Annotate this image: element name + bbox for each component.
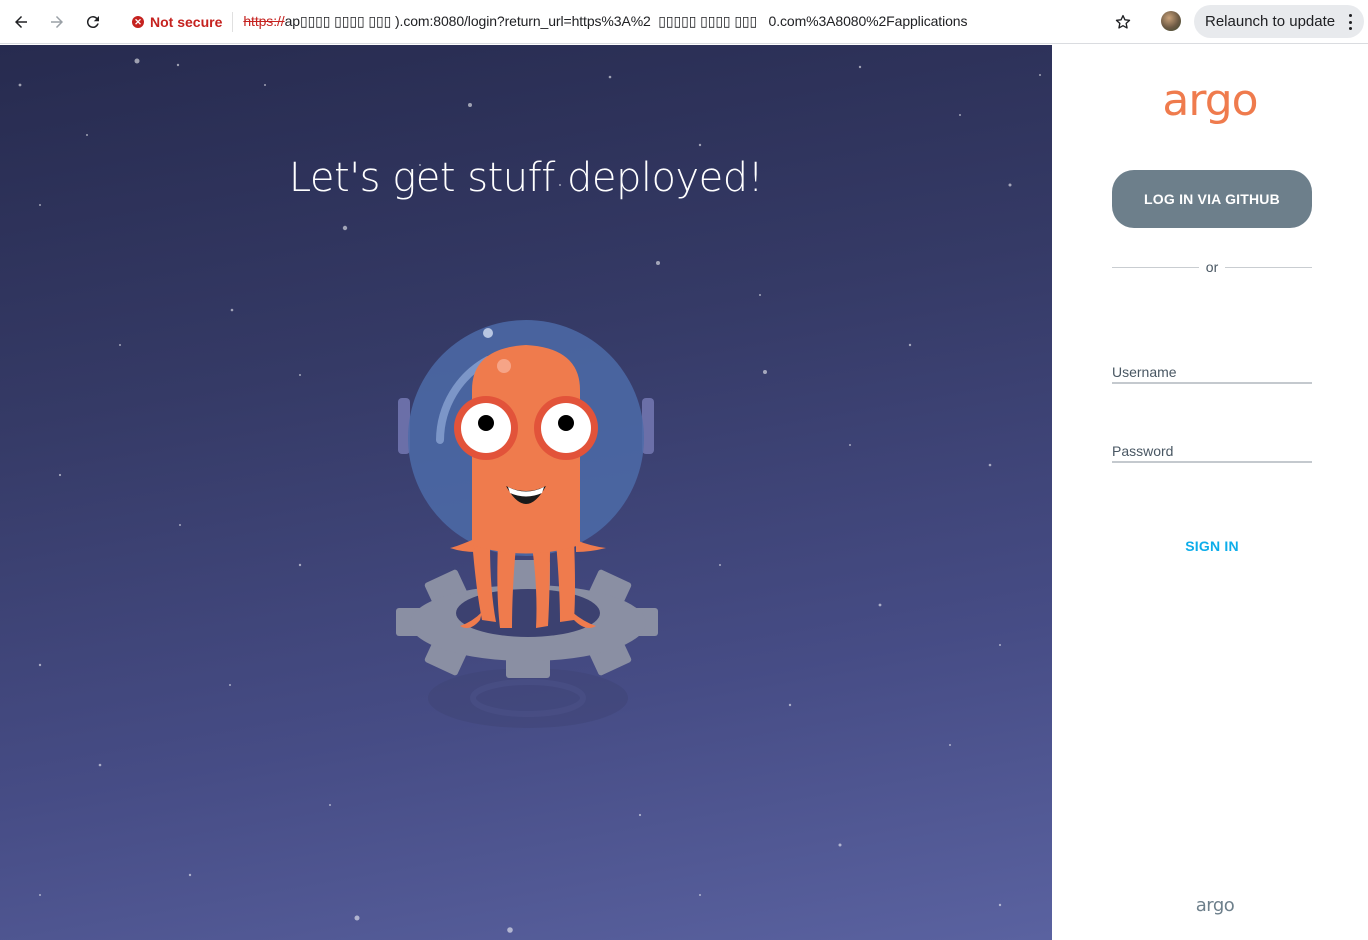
footer-argo-logo: argo bbox=[1195, 895, 1235, 916]
sign-in-button[interactable]: SIGN IN bbox=[1112, 531, 1312, 561]
forward-button[interactable] bbox=[43, 8, 71, 36]
warning-icon: ✕ bbox=[132, 15, 144, 28]
security-indicator[interactable]: ✕ Not secure bbox=[132, 11, 234, 32]
github-login-label: LOG IN VIA GITHUB bbox=[1144, 191, 1280, 207]
back-button[interactable] bbox=[7, 8, 35, 36]
arrow-right-icon bbox=[51, 16, 63, 28]
profile-avatar[interactable] bbox=[1161, 11, 1181, 31]
username-field-wrapper bbox=[1112, 356, 1312, 384]
username-input[interactable] bbox=[1112, 356, 1312, 382]
url-text[interactable]: https://ap▯▯▯▯ ▯▯▯▯ ▯▯▯ ).com:8080/login… bbox=[233, 13, 967, 30]
hero-title: Let's get stuff deployed! bbox=[288, 155, 764, 201]
reload-button[interactable] bbox=[79, 8, 107, 36]
sign-in-label: SIGN IN bbox=[1185, 538, 1239, 554]
or-divider: or bbox=[1112, 257, 1313, 277]
divider-line-right bbox=[1225, 266, 1313, 268]
more-menu-icon[interactable] bbox=[1348, 14, 1352, 30]
security-label: Not secure bbox=[150, 13, 223, 30]
argo-logo: argo bbox=[1162, 75, 1258, 126]
password-input[interactable] bbox=[1112, 435, 1312, 461]
url-scheme: https:// bbox=[243, 13, 285, 29]
relaunch-button[interactable]: Relaunch to update bbox=[1194, 5, 1364, 38]
url-host: ap▯▯▯▯ ▯▯▯▯ ▯▯▯ bbox=[284, 13, 395, 29]
or-label: or bbox=[1205, 259, 1219, 275]
argo-octopus-mascot bbox=[396, 320, 658, 728]
address-bar[interactable]: ✕ Not secure https://ap▯▯▯▯ ▯▯▯▯ ▯▯▯ ).c… bbox=[120, 5, 1144, 38]
url-path: ).com:8080/login?return_url=https%3A%2 ▯… bbox=[394, 13, 968, 29]
browser-toolbar: ✕ Not secure https://ap▯▯▯▯ ▯▯▯▯ ▯▯▯ ).c… bbox=[0, 0, 1368, 44]
github-login-button[interactable]: LOG IN VIA GITHUB bbox=[1112, 170, 1312, 228]
bookmark-button[interactable] bbox=[1110, 9, 1136, 35]
reload-icon bbox=[86, 16, 99, 29]
hero-panel: Let's get stuff deployed! bbox=[0, 45, 1052, 940]
star-icon bbox=[1115, 14, 1131, 29]
password-field-wrapper bbox=[1112, 435, 1312, 463]
divider-line-left bbox=[1112, 266, 1199, 268]
arrow-left-icon bbox=[15, 16, 27, 28]
login-panel: argo LOG IN VIA GITHUB or SIGN IN argo bbox=[1052, 45, 1368, 940]
relaunch-label: Relaunch to update bbox=[1205, 13, 1336, 30]
